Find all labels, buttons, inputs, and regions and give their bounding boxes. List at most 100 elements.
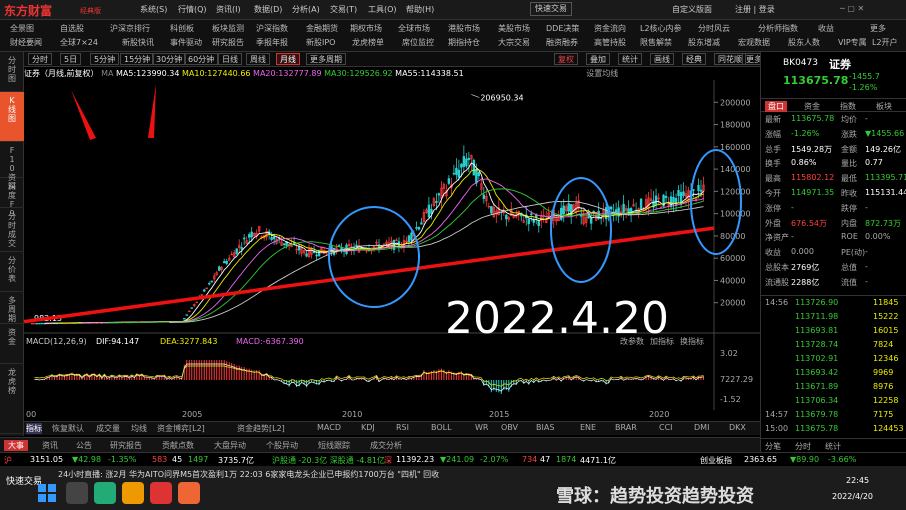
indicator-tab-1[interactable]: 恢复默认: [52, 423, 84, 434]
news-scroller[interactable]: 24小时直播: 涨2月 华为AITO问界M5首次盈利1万 22:03 6家家电龙…: [58, 469, 618, 480]
info-tab-2[interactable]: 公告: [72, 440, 96, 451]
period-14[interactable]: 经典: [682, 53, 706, 65]
quick-link2-0[interactable]: 财经要闻: [10, 37, 42, 48]
right-bottom-tab-2[interactable]: 统计: [825, 441, 841, 452]
quick-link-3[interactable]: 科创板: [170, 23, 194, 34]
quick-link2-9[interactable]: 期指持仓: [448, 37, 480, 48]
quick-link-6[interactable]: 金融期货: [306, 23, 338, 34]
quick-link-11[interactable]: DDE决策: [546, 23, 579, 34]
quick-link-8[interactable]: 全球市场: [398, 23, 430, 34]
menu-data[interactable]: 数据(D): [254, 4, 282, 15]
window-controls[interactable]: ─ ▢ ✕: [840, 4, 864, 13]
quick-link2-11[interactable]: 融资融券: [546, 37, 578, 48]
period-3[interactable]: 15分钟: [120, 53, 155, 65]
left-tab-1[interactable]: K线图: [0, 92, 24, 142]
indicator-tab-17[interactable]: DKX: [729, 423, 746, 432]
quick-link2-18[interactable]: L2开户: [872, 37, 898, 48]
menu-tools[interactable]: 工具(O): [368, 4, 397, 15]
menu-help[interactable]: 帮助(H): [406, 4, 434, 15]
indicator-tab-6[interactable]: MACD: [317, 423, 341, 432]
period-2[interactable]: 5分钟: [90, 53, 120, 65]
indicator-tab-10[interactable]: WR: [475, 423, 488, 432]
info-tab-6[interactable]: 个股异动: [262, 440, 302, 451]
quick-link2-7[interactable]: 龙虎榜单: [352, 37, 384, 48]
period-8[interactable]: 月线: [276, 53, 300, 65]
info-tab-0[interactable]: 大事: [4, 440, 28, 451]
period-12[interactable]: 统计: [618, 53, 642, 65]
quick-link-13[interactable]: L2核心内参: [640, 23, 682, 34]
menu-analysis[interactable]: 分析(A): [292, 4, 320, 15]
quick-link-0[interactable]: 全景图: [10, 23, 34, 34]
left-tab-0[interactable]: 分时图: [0, 52, 24, 92]
quick-link-9[interactable]: 港股市场: [448, 23, 480, 34]
app-icon-3[interactable]: [150, 482, 172, 504]
left-tab-5[interactable]: 分价表: [0, 252, 24, 292]
quick-link-14[interactable]: 分时风云: [698, 23, 730, 34]
quick-trade-button[interactable]: 快速交易: [530, 2, 572, 16]
quick-link-1[interactable]: 自选股: [60, 23, 84, 34]
period-13[interactable]: 画线: [650, 53, 674, 65]
quick-link-2[interactable]: 沪深京排行: [110, 23, 150, 34]
quick-link2-4[interactable]: 研究报告: [212, 37, 244, 48]
app-icon-1[interactable]: [94, 482, 116, 504]
quick-link-12[interactable]: 资金流向: [594, 23, 626, 34]
right-tab-2[interactable]: 指数: [837, 101, 859, 112]
left-tab-7[interactable]: 资金: [0, 324, 24, 364]
folder-icon[interactable]: [122, 482, 144, 504]
quick-link-4[interactable]: 板块监测: [212, 23, 244, 34]
quick-link2-10[interactable]: 大宗交易: [498, 37, 530, 48]
left-tab-3[interactable]: 深度F9: [0, 178, 24, 218]
period-9[interactable]: 更多周期: [306, 53, 346, 65]
period-1[interactable]: 5日: [60, 53, 82, 65]
period-7[interactable]: 周线: [246, 53, 270, 65]
period-0[interactable]: 分时: [28, 53, 52, 65]
period-11[interactable]: 叠加: [586, 53, 610, 65]
period-6[interactable]: 日线: [218, 53, 242, 65]
quick-link2-8[interactable]: 席位监控: [402, 37, 434, 48]
quick-link-5[interactable]: 沪深指数: [256, 23, 288, 34]
ma-settings-link[interactable]: 设置均线: [586, 69, 618, 78]
info-tab-7[interactable]: 短线跟踪: [314, 440, 354, 451]
search-icon[interactable]: [66, 482, 88, 504]
quick-link-17[interactable]: 更多: [870, 23, 886, 34]
info-tab-8[interactable]: 成交分析: [366, 440, 406, 451]
quick-link2-13[interactable]: 限售解禁: [640, 37, 672, 48]
left-tab-6[interactable]: 多周期: [0, 292, 24, 324]
indicator-tab-9[interactable]: BOLL: [431, 423, 452, 432]
indicator-tab-7[interactable]: KDJ: [361, 423, 375, 432]
info-tab-4[interactable]: 贡献点数: [158, 440, 198, 451]
quick-link2-2[interactable]: 新股快讯: [122, 37, 154, 48]
indicator-tab-12[interactable]: BIAS: [536, 423, 554, 432]
indicator-tab-8[interactable]: RSI: [396, 423, 409, 432]
quick-link2-17[interactable]: VIP专属: [838, 37, 867, 48]
right-tab-0[interactable]: 盘口: [765, 101, 787, 112]
period-5[interactable]: 60分钟: [184, 53, 219, 65]
indicator-tab-5[interactable]: 资金趋势[L2]: [237, 423, 285, 434]
quick-link2-12[interactable]: 高管持股: [594, 37, 626, 48]
left-tab-8[interactable]: 龙虎榜: [0, 364, 24, 434]
period-4[interactable]: 30分钟: [152, 53, 187, 65]
indicator-tab-11[interactable]: OBV: [501, 423, 518, 432]
indicator-tab-3[interactable]: 均线: [131, 423, 147, 434]
quick-link2-16[interactable]: 股东人数: [788, 37, 820, 48]
menu-quote[interactable]: 行情(Q): [178, 4, 207, 15]
indicator-tab-2[interactable]: 成交量: [96, 423, 120, 434]
quick-link-7[interactable]: 期权市场: [350, 23, 382, 34]
quick-link2-14[interactable]: 股东增减: [688, 37, 720, 48]
left-tab-4[interactable]: 分时成交: [0, 208, 24, 252]
indicator-tab-13[interactable]: ENE: [580, 423, 596, 432]
macd-link-2[interactable]: 换指标: [680, 336, 704, 346]
menu-system[interactable]: 系统(S): [140, 4, 167, 15]
info-tab-3[interactable]: 研究报告: [106, 440, 146, 451]
right-bottom-tab-1[interactable]: 分时: [795, 441, 811, 452]
quick-link2-6[interactable]: 新股IPO: [306, 37, 335, 48]
login-link[interactable]: 注册 | 登录: [735, 4, 775, 15]
menu-news[interactable]: 资讯(I): [216, 4, 241, 15]
indicator-tab-16[interactable]: DMI: [694, 423, 709, 432]
indicator-tab-14[interactable]: BRAR: [615, 423, 637, 432]
indicator-tab-0[interactable]: 指标: [26, 423, 42, 434]
right-bottom-tab-0[interactable]: 分笔: [765, 441, 781, 452]
menu-trade[interactable]: 交易(T): [330, 4, 357, 15]
left-tab-2[interactable]: F10资料: [0, 142, 24, 191]
indicator-tab-15[interactable]: CCI: [659, 423, 673, 432]
